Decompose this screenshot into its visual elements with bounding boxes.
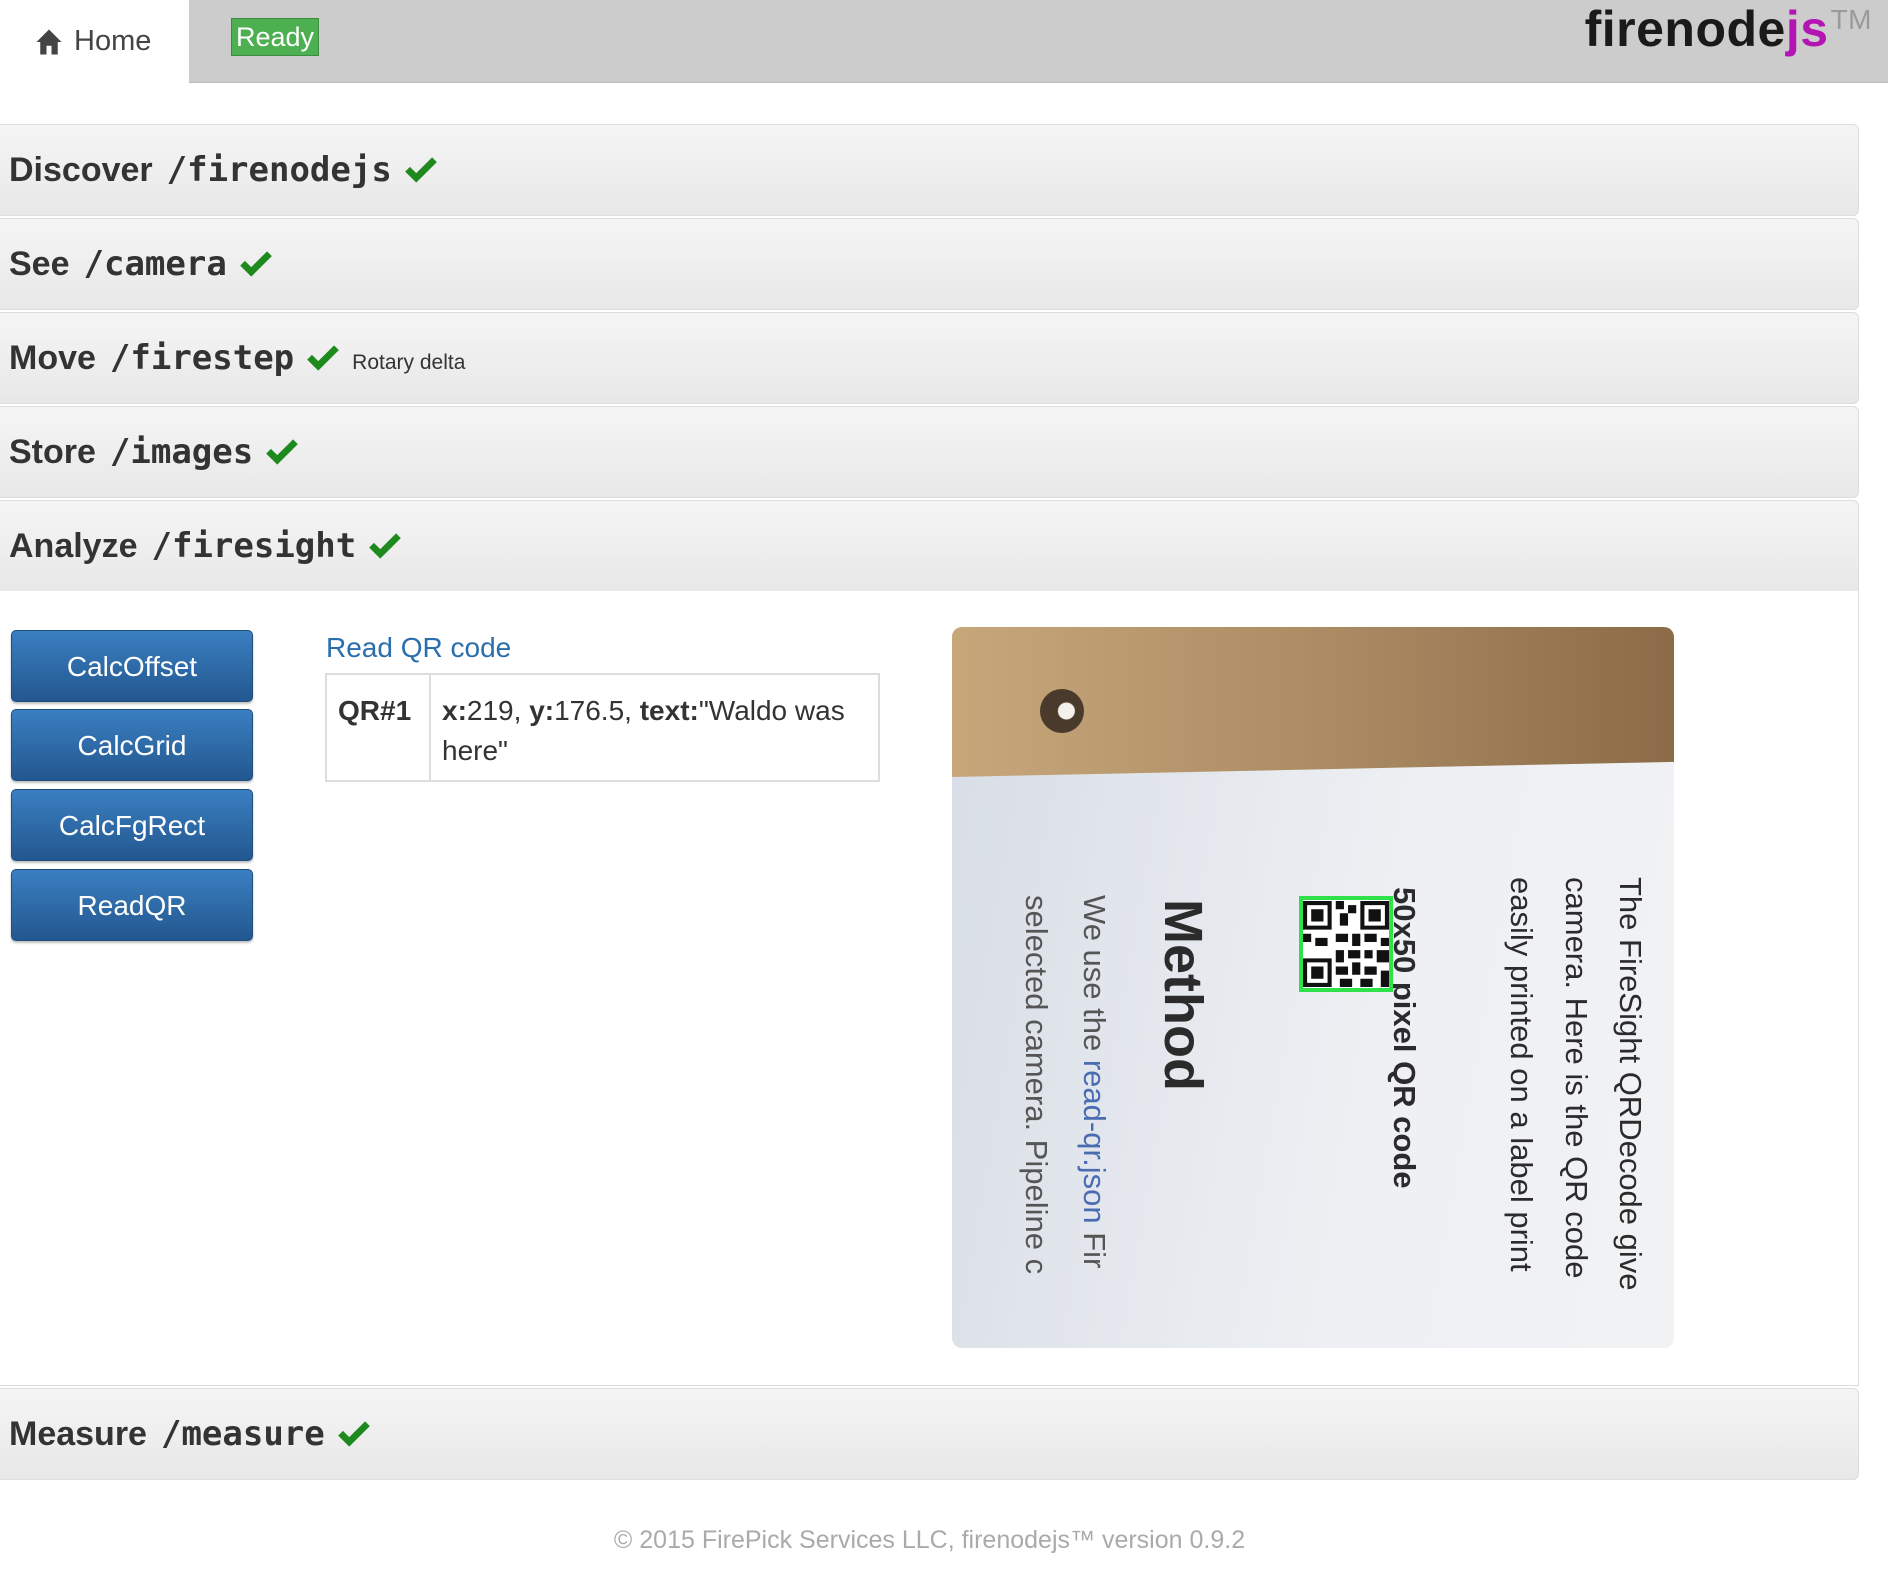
y-label: y: (529, 695, 555, 726)
qr-code-icon (1303, 901, 1389, 987)
brand-main: firenode (1584, 1, 1786, 57)
calc-grid-button[interactable]: CalcGrid (11, 709, 253, 781)
panel-path: /firenodejs (166, 150, 392, 190)
image-paragraph-text: We use the (1077, 895, 1112, 1060)
home-label: Home (74, 25, 152, 57)
panel-store[interactable]: Store /images (0, 406, 1859, 498)
check-icon (266, 439, 299, 465)
image-text-line2: camera. Here is the QR code (1559, 877, 1594, 1279)
panel-title: Store (9, 432, 96, 471)
table-row: QR#1 x:219, y:176.5, text:"Waldo was her… (325, 673, 880, 782)
qr-code-highlight (1299, 896, 1393, 992)
qr-id-cell: QR#1 (325, 673, 431, 782)
image-heading: Method (1153, 899, 1213, 1091)
panel-subtitle: Rotary delta (352, 351, 466, 374)
home-icon (36, 29, 62, 54)
panel-path: /firestep (109, 338, 295, 378)
image-paragraph-text-end: Fir (1077, 1223, 1112, 1269)
calc-offset-button[interactable]: CalcOffset (11, 630, 253, 702)
brand-logo: firenode js TM (1585, 0, 1872, 60)
home-tab[interactable]: Home (0, 0, 189, 83)
image-paragraph-line1: We use the read-qr.json Fir (1076, 895, 1112, 1268)
panel-title: See (9, 244, 70, 283)
check-icon (369, 533, 402, 559)
image-text-line3: easily printed on a label print (1504, 877, 1539, 1272)
panel-discover[interactable]: Discover /firenodejs (0, 124, 1859, 216)
panel-title: Discover (9, 150, 153, 189)
brand-trademark: TM (1830, 4, 1872, 35)
x-label: x: (442, 695, 467, 726)
panel-measure[interactable]: Measure /measure (0, 1388, 1859, 1480)
result-title-link[interactable]: Read QR code (326, 632, 511, 664)
camera-image: The FireSight QRDecode give camera. Here… (952, 627, 1674, 1348)
panel-move[interactable]: Move /firestep Rotary delta (0, 312, 1859, 404)
image-paragraph-line2: selected camera. Pipeline c (1019, 895, 1054, 1275)
calc-fg-rect-button[interactable]: CalcFgRect (11, 789, 253, 861)
panel-title: Measure (9, 1414, 147, 1453)
panel-path: /measure (160, 1414, 325, 1454)
check-icon (239, 251, 272, 277)
brand-accent: js (1785, 1, 1829, 57)
qr-value-cell: x:219, y:176.5, text:"Waldo was here" (429, 673, 880, 782)
qr-result-table: QR#1 x:219, y:176.5, text:"Waldo was her… (325, 673, 880, 782)
panel-title: Analyze (9, 526, 138, 565)
x-value: 219 (466, 695, 514, 726)
text-label: text: (639, 695, 699, 726)
panel-path: /images (109, 432, 254, 472)
footer-copyright: © 2015 FirePick Services LLC, firenodejs… (613, 1526, 1246, 1554)
panel-see[interactable]: See /camera (0, 218, 1859, 310)
image-text-line1: The FireSight QRDecode give (1613, 877, 1648, 1291)
check-icon (337, 1421, 370, 1447)
read-qr-button[interactable]: ReadQR (11, 869, 253, 941)
panel-analyze[interactable]: Analyze /firesight (0, 500, 1859, 592)
check-icon (404, 157, 437, 183)
panel-path: /camera (83, 244, 227, 284)
check-icon (307, 345, 339, 371)
panel-path: /firesight (151, 526, 357, 566)
mounting-hole (1040, 689, 1084, 733)
top-navbar: Home Ready firenode js TM (0, 0, 1888, 83)
image-paragraph-link: read-qr.json (1077, 1059, 1112, 1224)
y-value: 176.5 (554, 695, 625, 726)
status-badge: Ready (231, 18, 320, 56)
panel-title: Move (9, 338, 96, 377)
